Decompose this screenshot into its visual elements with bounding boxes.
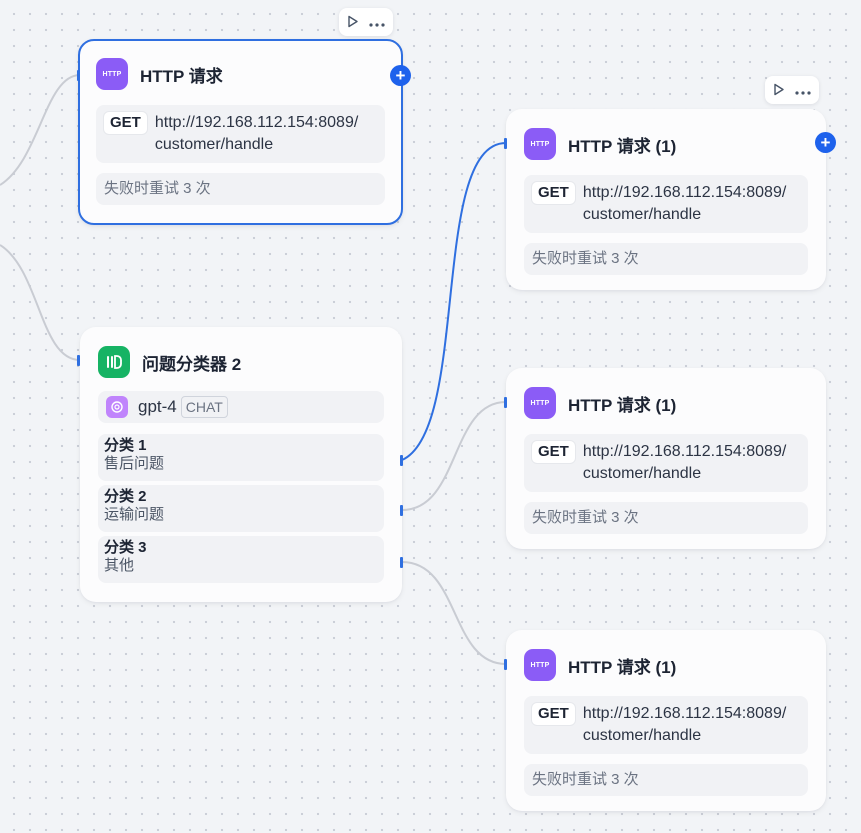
http-url-line1: http://192.168.112.154:8089/	[154, 114, 359, 131]
node-toolbar-http-top	[339, 8, 393, 36]
output-handle-class-1[interactable]	[400, 455, 403, 466]
node-title: HTTP 请求	[140, 66, 223, 86]
add-next-node-button[interactable]: +	[390, 65, 411, 86]
http-url-line2: customer/handle	[582, 465, 702, 482]
add-next-node-button[interactable]: +	[815, 132, 836, 153]
node-title: 问题分类器 2	[142, 354, 242, 374]
class-name: 分类 2	[104, 488, 147, 505]
plus-icon: +	[395, 66, 406, 85]
node-toolbar-http-1	[765, 76, 819, 104]
http-url: http://192.168.112.154:8089/ customer/ha…	[583, 703, 786, 747]
class-name: 分类 3	[104, 539, 147, 556]
play-icon[interactable]	[773, 83, 785, 98]
http-request-node-top[interactable]: HTTP HTTP 请求 GET http://192.168.112.154:…	[78, 39, 403, 225]
node-title: HTTP 请求 (1)	[568, 395, 677, 415]
node-header: HTTP HTTP 请求	[96, 57, 385, 91]
class-item[interactable]: 分类 2 运输问题	[98, 485, 384, 532]
play-icon[interactable]	[347, 15, 359, 30]
model-name: gpt-4	[138, 397, 177, 416]
class-description: 运输问题	[104, 506, 165, 523]
class-item[interactable]: 分类 3 其他	[98, 536, 384, 583]
node-header: 问题分类器 2	[98, 345, 384, 379]
node-header: HTTP HTTP 请求 (1)	[524, 127, 808, 161]
output-handle-class-2[interactable]	[400, 505, 403, 516]
edge-class3-to-http3[interactable]	[401, 561, 507, 665]
http-request-node-2[interactable]: HTTP HTTP 请求 (1) GET http://192.168.112.…	[506, 368, 826, 549]
http-request-box: GET http://192.168.112.154:8089/ custome…	[96, 105, 385, 163]
http-url-line2: customer/handle	[582, 727, 702, 744]
edge-class1-to-http1[interactable]	[401, 142, 507, 461]
http-url-line1: http://192.168.112.154:8089/	[582, 443, 787, 460]
http-request-box: GET http://192.168.112.154:8089/ custome…	[524, 696, 808, 754]
http-icon: HTTP	[524, 387, 556, 419]
edge-incoming-classifier	[0, 244, 81, 361]
http-method-badge: GET	[532, 182, 575, 204]
http-url: http://192.168.112.154:8089/ customer/ha…	[583, 182, 786, 226]
class-name: 分类 1	[104, 437, 147, 454]
retry-setting: 失败时重试 3 次	[524, 764, 808, 796]
openai-icon	[106, 396, 128, 418]
edge-incoming-top	[0, 74, 81, 186]
http-url: http://192.168.112.154:8089/ customer/ha…	[583, 441, 786, 485]
http-method-badge: GET	[104, 112, 147, 134]
more-icon[interactable]	[369, 16, 385, 29]
http-url-line1: http://192.168.112.154:8089/	[582, 184, 787, 201]
node-header: HTTP HTTP 请求 (1)	[524, 648, 808, 682]
class-description: 售后问题	[104, 455, 165, 472]
http-url-line2: customer/handle	[582, 206, 702, 223]
class-description: 其他	[104, 557, 135, 574]
http-request-box: GET http://192.168.112.154:8089/ custome…	[524, 434, 808, 492]
input-handle-http-2[interactable]	[504, 397, 507, 408]
retry-setting: 失败时重试 3 次	[524, 502, 808, 534]
edge-class2-to-http2[interactable]	[401, 401, 507, 511]
http-icon: HTTP	[524, 649, 556, 681]
retry-setting: 失败时重试 3 次	[96, 173, 385, 205]
question-classifier-node[interactable]: 问题分类器 2 gpt-4 CHAT 分类 1 售后问题 分类 2 运输问题 分…	[80, 327, 402, 602]
http-request-node-3[interactable]: HTTP HTTP 请求 (1) GET http://192.168.112.…	[506, 630, 826, 811]
http-request-node-1[interactable]: HTTP HTTP 请求 (1) GET http://192.168.112.…	[506, 109, 826, 290]
http-url: http://192.168.112.154:8089/ customer/ha…	[155, 112, 358, 156]
node-header: HTTP HTTP 请求 (1)	[524, 386, 808, 420]
model-mode-badge: CHAT	[180, 396, 228, 418]
http-icon: HTTP	[524, 128, 556, 160]
node-title: HTTP 请求 (1)	[568, 657, 677, 677]
class-item[interactable]: 分类 1 售后问题	[98, 434, 384, 481]
node-title: HTTP 请求 (1)	[568, 136, 677, 156]
input-handle-http-3[interactable]	[504, 659, 507, 670]
http-url-line1: http://192.168.112.154:8089/	[582, 705, 787, 722]
input-handle-classifier[interactable]	[77, 355, 80, 366]
more-icon[interactable]	[795, 84, 811, 97]
classifier-icon	[98, 346, 130, 378]
http-method-badge: GET	[532, 441, 575, 463]
input-handle-http-1[interactable]	[504, 138, 507, 149]
http-request-box: GET http://192.168.112.154:8089/ custome…	[524, 175, 808, 233]
retry-setting: 失败时重试 3 次	[524, 243, 808, 275]
input-handle-http-top[interactable]	[77, 70, 80, 81]
http-icon: HTTP	[96, 58, 128, 90]
model-selector[interactable]: gpt-4 CHAT	[98, 391, 384, 423]
plus-icon: +	[820, 133, 831, 152]
http-url-line2: customer/handle	[154, 136, 274, 153]
http-method-badge: GET	[532, 703, 575, 725]
output-handle-class-3[interactable]	[400, 557, 403, 568]
